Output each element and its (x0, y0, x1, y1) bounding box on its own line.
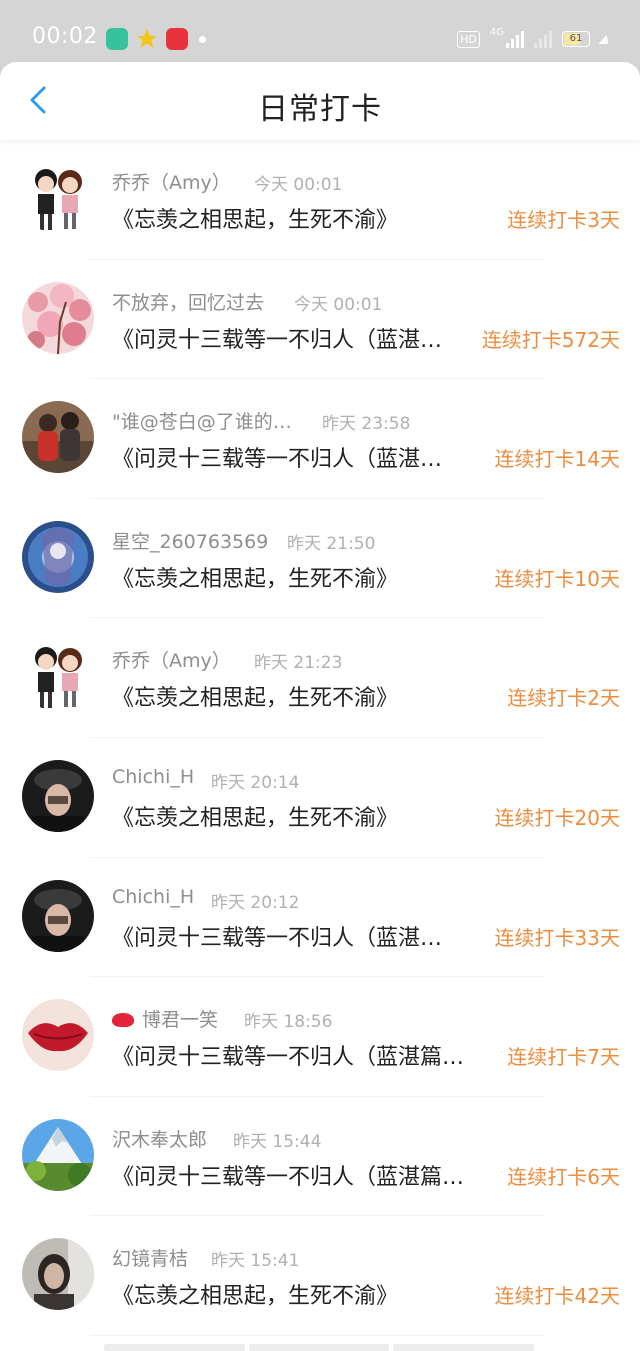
user-name: "谁@苍白@了谁的… (112, 411, 292, 434)
avatar[interactable] (22, 879, 94, 952)
list-item[interactable]: 星空_260763569 昨天 21:50 《忘羡之相思起，生死不渝》 连续打卡… (0, 499, 640, 619)
avatar[interactable] (22, 1238, 94, 1311)
streak-label: 连续打卡20天 (494, 805, 620, 830)
battery-icon: 61 (562, 31, 590, 47)
book-title: 《忘羡之相思起，生死不渝》 (112, 1284, 399, 1310)
checkin-list: 乔乔（Amy） 今天 00:01 《忘羡之相思起，生死不渝》 连续打卡3天 不放… (0, 140, 640, 1336)
user-name: 博君一笑 (112, 1005, 218, 1032)
checkin-time: 昨天 21:50 (287, 533, 376, 554)
list-item[interactable]: 乔乔（Amy） 昨天 21:23 《忘羡之相思起，生死不渝》 连续打卡2天 (0, 618, 640, 738)
streak-label: 连续打卡3天 (507, 208, 620, 232)
book-title: 《忘羡之相思起，生死不渝》 (112, 566, 399, 592)
book-title: 《忘羡之相思起，生死不渝》 (112, 686, 399, 712)
book-title: 《问灵十三载等一不归人（蓝湛… (112, 925, 443, 951)
nav-bar: 日常打卡 (0, 62, 640, 140)
checkin-time: 昨天 20:14 (211, 772, 300, 793)
book-title: 《问灵十三载等一不归人（蓝湛篇… (112, 1164, 465, 1190)
avatar[interactable] (22, 401, 94, 474)
list-item[interactable]: 博君一笑 昨天 18:56 《问灵十三载等一不归人（蓝湛篇… 连续打卡7天 (0, 977, 640, 1097)
streak-label: 连续打卡2天 (507, 686, 620, 711)
streak-label: 连续打卡10天 (494, 566, 620, 591)
user-name: 乔乔（Amy） (112, 650, 231, 673)
star-notification-icon (136, 28, 158, 50)
book-title: 《问灵十三载等一不归人（蓝湛篇… (112, 1045, 465, 1071)
user-name: Chichi_H (112, 765, 195, 788)
list-item[interactable]: 幻镜青桔 昨天 15:41 《忘羡之相思起，生死不渝》 连续打卡42天 (0, 1216, 640, 1336)
avatar[interactable] (22, 281, 94, 354)
list-item[interactable]: Chichi_H 昨天 20:14 《忘羡之相思起，生死不渝》 连续打卡20天 (0, 738, 640, 858)
user-name: 沢木奉太郎 (112, 1128, 208, 1151)
streak-label: 连续打卡42天 (494, 1284, 620, 1309)
status-time: 00:02 (32, 24, 98, 49)
streak-label: 连续打卡7天 (507, 1045, 620, 1070)
user-name: 幻镜青桔 (112, 1248, 189, 1271)
streak-label: 连续打卡572天 (481, 327, 620, 352)
checkin-time: 昨天 21:23 (254, 653, 343, 674)
book-title: 《忘羡之相思起，生死不渝》 (112, 805, 399, 831)
book-title: 《问灵十三载等一不归人（蓝湛… (112, 327, 443, 353)
signal-2-icon (534, 30, 552, 48)
streak-label: 连续打卡33天 (494, 925, 620, 950)
divider (90, 1334, 544, 1336)
streak-label: 连续打卡14天 (494, 447, 620, 472)
list-item[interactable]: 不放弃，回忆过去 今天 00:01 《问灵十三载等一不归人（蓝湛… 连续打卡57… (0, 260, 640, 380)
red-app-notification-icon (166, 28, 188, 50)
avatar[interactable] (22, 162, 94, 234)
list-item[interactable]: 沢木奉太郎 昨天 15:44 《问灵十三载等一不归人（蓝湛篇… 连续打卡6天 (0, 1097, 640, 1217)
hd-icon: HD (457, 30, 480, 48)
list-item[interactable]: 乔乔（Amy） 今天 00:01 《忘羡之相思起，生死不渝》 连续打卡3天 (0, 140, 640, 260)
more-notifications-dot-icon (199, 36, 206, 43)
checkin-time: 昨天 20:12 (211, 892, 300, 913)
charging-icon (598, 34, 612, 44)
list-item[interactable]: "谁@苍白@了谁的… 昨天 23:58 《问灵十三载等一不归人（蓝湛… 连续打卡… (0, 379, 640, 499)
checkin-time: 昨天 23:58 (322, 414, 411, 435)
user-name: 乔乔（Amy） (112, 172, 231, 194)
page-title: 日常打卡 (258, 92, 382, 127)
checkin-time: 昨天 15:41 (211, 1251, 300, 1272)
avatar[interactable] (22, 999, 94, 1072)
checkin-time: 昨天 18:56 (244, 1012, 333, 1033)
checkin-time: 今天 00:01 (254, 175, 343, 195)
checkin-time: 昨天 15:44 (233, 1131, 322, 1152)
avatar[interactable] (22, 520, 94, 593)
user-name: Chichi_H (112, 885, 195, 908)
avatar[interactable] (22, 1118, 94, 1191)
book-title: 《忘羡之相思起，生死不渝》 (112, 208, 399, 233)
streak-label: 连续打卡6天 (507, 1164, 620, 1189)
user-name: 不放弃，回忆过去 (112, 291, 265, 314)
avatar[interactable] (22, 640, 94, 713)
network-label: 4G (489, 27, 504, 38)
avatar[interactable] (22, 759, 94, 832)
list-item[interactable]: Chichi_H 昨天 20:12 《问灵十三载等一不归人（蓝湛… 连续打卡33… (0, 858, 640, 978)
app-notification-icon (106, 28, 128, 50)
checkin-time: 今天 00:01 (294, 294, 383, 315)
user-name: 星空_260763569 (112, 530, 269, 553)
book-title: 《问灵十三载等一不归人（蓝湛… (112, 447, 443, 473)
kiss-icon (112, 1013, 134, 1028)
status-icons: HD 4G 61 (457, 27, 612, 51)
bottom-tab-strip (104, 1344, 535, 1351)
signal-icon (506, 30, 524, 48)
